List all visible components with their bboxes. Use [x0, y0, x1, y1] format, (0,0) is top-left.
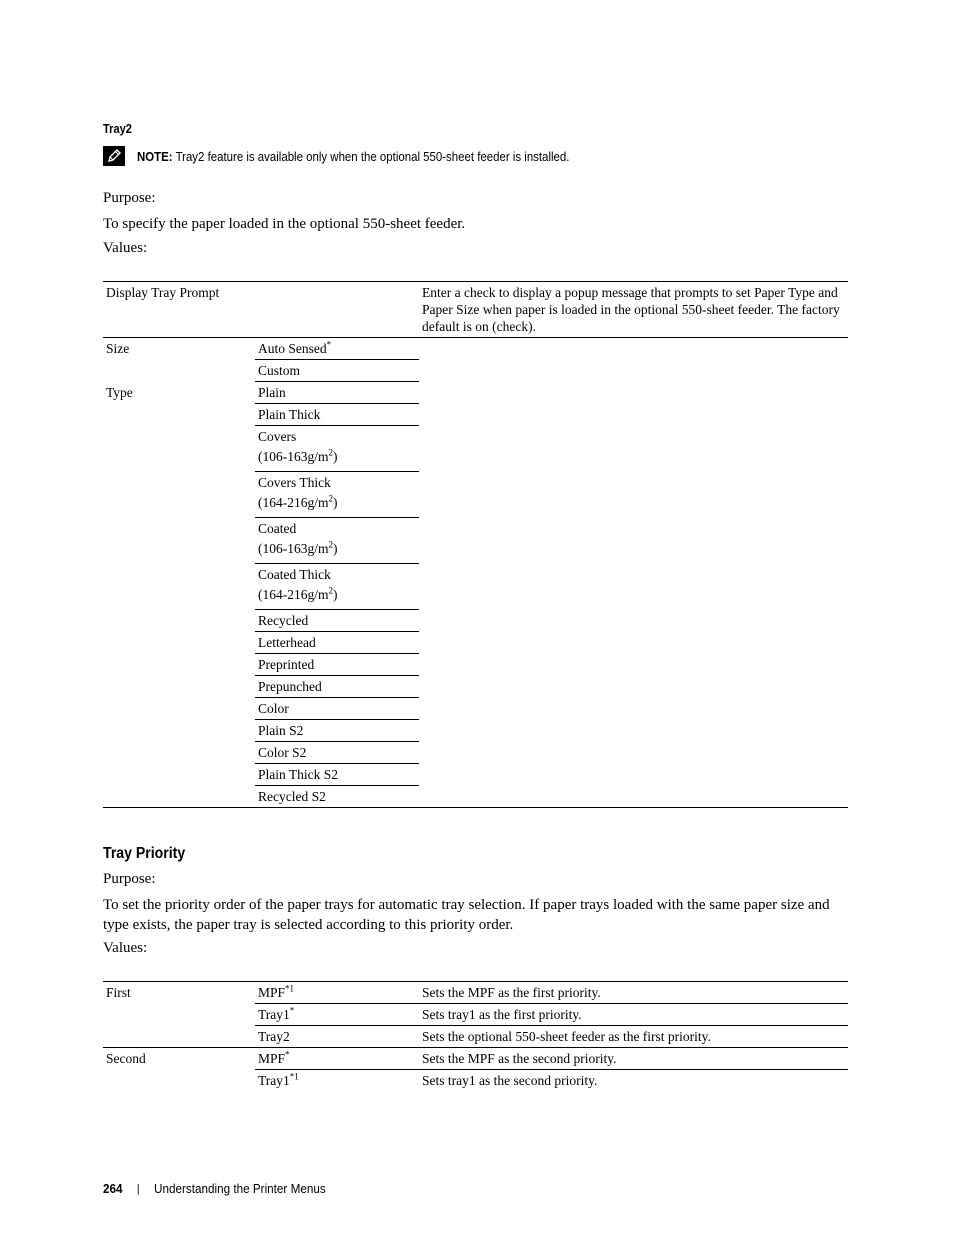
tray-priority-purpose-label: Purpose: [103, 871, 156, 887]
note: NOTE: Tray2 feature is available only wh… [103, 145, 628, 167]
table-row: Tray1*1 Sets tray1 as the second priorit… [103, 1069, 848, 1091]
page-footer: 264 | Understanding the Printer Menus [103, 1181, 344, 1196]
tray2-purpose-label: Purpose: [103, 190, 156, 206]
priority-description: Sets tray1 as the first priority. [419, 1003, 848, 1026]
type-option: Covers (106-163g/m2) [255, 425, 419, 472]
table-row: First MPF*1 Sets the MPF as the first pr… [103, 981, 848, 1004]
type-option: Recycled S2 [255, 785, 419, 808]
priority-option: Tray2 [255, 1025, 419, 1048]
tray2-values-label: Values: [103, 240, 148, 256]
setting-size: Size [106, 341, 130, 356]
priority-description: Sets the optional 550-sheet feeder as th… [419, 1025, 848, 1048]
type-option: Covers Thick (164-216g/m2) [255, 471, 419, 518]
page-number: 264 [103, 1181, 123, 1196]
size-option: Custom [255, 359, 419, 382]
type-option: Coated (106-163g/m2) [255, 517, 419, 564]
type-option: Plain Thick [255, 403, 419, 426]
type-option: Plain Thick S2 [255, 763, 419, 786]
table-row: Tray2 Sets the optional 550-sheet feeder… [103, 1025, 848, 1048]
tray2-purpose-text: To specify the paper loaded in the optio… [103, 216, 466, 232]
type-option: Color [255, 697, 419, 720]
table-row: Size Auto Sensed* [103, 337, 848, 360]
priority-description: Sets the MPF as the first priority. [422, 985, 601, 1000]
type-option: Plain [255, 381, 419, 404]
type-option: Letterhead [255, 631, 419, 654]
note-label: NOTE: [137, 148, 173, 164]
note-text: NOTE: Tray2 feature is available only wh… [137, 149, 569, 164]
type-option: Coated Thick (164-216g/m2) [255, 563, 419, 610]
tray-priority-heading: Tray Priority [103, 845, 186, 862]
priority-option: Tray1* [255, 1003, 419, 1026]
priority-option: MPF* [258, 1049, 290, 1066]
priority-group: First [106, 985, 131, 1000]
priority-description: Sets tray1 as the second priority. [419, 1069, 848, 1091]
table-row: Tray1* Sets tray1 as the first priority. [103, 1003, 848, 1026]
type-option: Recycled [255, 609, 419, 632]
note-body: Tray2 feature is available only when the… [172, 148, 570, 164]
display-tray-prompt-description: Enter a check to display a popup message… [422, 285, 840, 334]
type-option: Preprinted [255, 653, 419, 676]
tray-priority-values-label: Values: [103, 940, 148, 956]
type-option: Prepunched [255, 675, 419, 698]
priority-description: Sets the MPF as the second priority. [422, 1051, 617, 1066]
priority-group: Second [106, 1051, 146, 1066]
size-option: Auto Sensed* [258, 339, 332, 356]
priority-option: MPF*1 [258, 983, 295, 1000]
tray-priority-purpose-text: To set the priority order of the paper t… [103, 897, 830, 933]
type-option: Color S2 [255, 741, 419, 764]
footer-separator: | [136, 1182, 140, 1195]
pencil-icon [103, 146, 125, 166]
table-row: Display Tray Prompt Enter a check to dis… [103, 281, 848, 338]
chapter-title: Understanding the Printer Menus [153, 1181, 326, 1196]
priority-option: Tray1*1 [255, 1069, 419, 1091]
setting-display-tray-prompt: Display Tray Prompt [106, 285, 220, 300]
table-row: Second MPF* Sets the MPF as the second p… [103, 1047, 848, 1070]
type-option: Plain S2 [255, 719, 419, 742]
tray-priority-values-table: First MPF*1 Sets the MPF as the first pr… [103, 981, 848, 1091]
tray2-heading: Tray2 [103, 121, 132, 136]
tray2-values-table: Display Tray Prompt Enter a check to dis… [103, 281, 848, 808]
setting-type: Type [106, 384, 133, 400]
